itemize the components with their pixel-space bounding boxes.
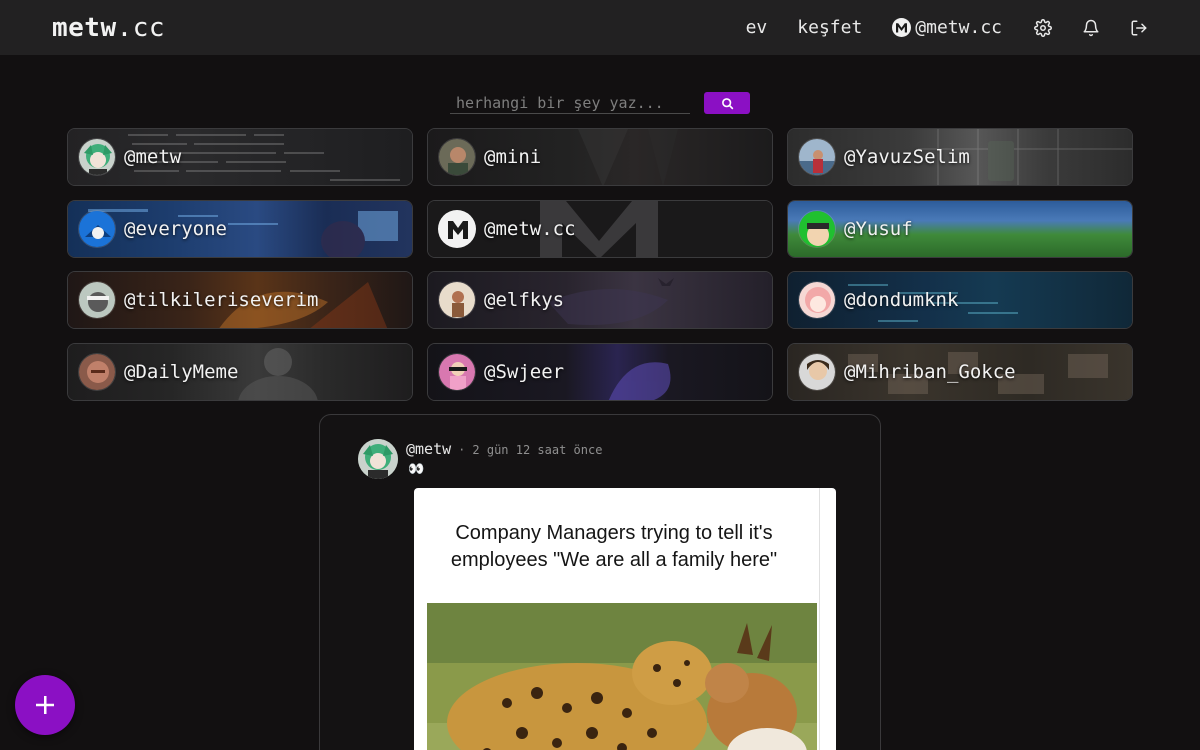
avatar	[78, 209, 116, 248]
avatar	[798, 138, 836, 176]
post-meta: @metw · 2 gün 12 saat önce	[406, 440, 602, 458]
user-card-tilkileriseverim[interactable]: @tilkileriseverim	[67, 271, 413, 329]
nav-links: ev keşfet @metw.cc	[746, 17, 1148, 38]
site-logo[interactable]: metw.cc	[52, 13, 165, 43]
meta-separator: ·	[458, 443, 466, 457]
m-logo-icon	[892, 18, 912, 37]
user-handle: @everyone	[124, 217, 227, 240]
user-card-metw-cc[interactable]: @metw.cc	[427, 199, 773, 258]
avatar	[438, 352, 476, 391]
new-post-button[interactable]	[15, 675, 75, 735]
user-card-mini[interactable]: @mini	[427, 128, 773, 186]
nav-home-link[interactable]: ev	[746, 17, 768, 38]
user-handle: @Mihriban_Gokce	[844, 360, 1016, 383]
image-divider	[819, 488, 820, 750]
user-handle: @tilkileriseverim	[124, 289, 319, 311]
user-card-yavuzselim[interactable]: @YavuzSelim	[787, 128, 1133, 186]
user-grid: @metw @mini @YavuzSelim @everyone @metw.…	[67, 128, 1133, 401]
banner-image	[68, 343, 412, 400]
post-card: @metw · 2 gün 12 saat önce 👀 Company Man…	[319, 414, 881, 750]
banner-image	[68, 200, 412, 257]
user-card-everyone[interactable]: @everyone	[67, 199, 413, 258]
banner-image	[788, 272, 1132, 328]
banner-image	[428, 343, 772, 400]
user-card-dailymeme[interactable]: @DailyMeme	[67, 342, 413, 401]
post-timestamp: 2 gün 12 saat önce	[472, 443, 603, 457]
plus-icon	[36, 696, 54, 714]
user-handle: @Swjeer	[484, 360, 565, 383]
top-navbar: metw.cc ev keşfet @metw.cc	[0, 0, 1200, 55]
avatar	[438, 281, 476, 319]
search-button[interactable]	[704, 92, 750, 114]
bell-icon[interactable]	[1082, 19, 1100, 37]
avatar	[78, 138, 116, 176]
user-handle: @Yusuf	[844, 217, 913, 240]
nav-explore-link[interactable]: keşfet	[797, 17, 862, 38]
gear-icon[interactable]	[1034, 18, 1052, 37]
user-handle: @dondumknk	[844, 289, 959, 311]
search-bar	[450, 92, 750, 114]
user-handle: @DailyMeme	[124, 360, 239, 383]
post-author[interactable]: @metw	[406, 440, 451, 458]
banner-image	[428, 129, 772, 185]
avatar	[798, 281, 836, 319]
user-card-metw[interactable]: @metw	[67, 128, 413, 186]
banner-image	[788, 200, 1132, 257]
avatar	[78, 352, 116, 391]
user-card-swjeer[interactable]: @Swjeer	[427, 342, 773, 401]
banner-image	[68, 129, 412, 185]
user-card-dondumknk[interactable]: @dondumknk	[787, 271, 1133, 329]
meme-caption: Company Managers trying to tell it's emp…	[450, 522, 778, 571]
user-handle: @mini	[484, 146, 542, 168]
user-card-yusuf[interactable]: @Yusuf	[787, 199, 1133, 258]
post-content: 👀	[408, 462, 425, 477]
logout-icon[interactable]	[1130, 19, 1148, 37]
user-card-mihriban-gokce[interactable]: @Mihriban_Gokce	[787, 342, 1133, 401]
user-handle: @elfkys	[484, 289, 565, 311]
search-icon	[721, 97, 733, 109]
avatar	[78, 281, 116, 319]
banner-image	[428, 272, 772, 328]
avatar	[798, 352, 836, 391]
avatar	[438, 209, 476, 248]
user-handle: @YavuzSelim	[844, 146, 970, 168]
nav-profile-link[interactable]: @metw.cc	[892, 17, 1002, 38]
avatar	[798, 209, 836, 248]
search-input[interactable]	[450, 92, 690, 114]
banner-image	[428, 200, 772, 257]
post-author-avatar[interactable]	[358, 439, 398, 479]
post-image[interactable]: Company Managers trying to tell it's emp…	[414, 488, 836, 750]
avatar	[438, 138, 476, 176]
user-handle: @metw.cc	[484, 217, 576, 240]
meme-photo	[427, 603, 817, 750]
user-card-elfkys[interactable]: @elfkys	[427, 271, 773, 329]
user-handle: @metw	[124, 146, 182, 168]
